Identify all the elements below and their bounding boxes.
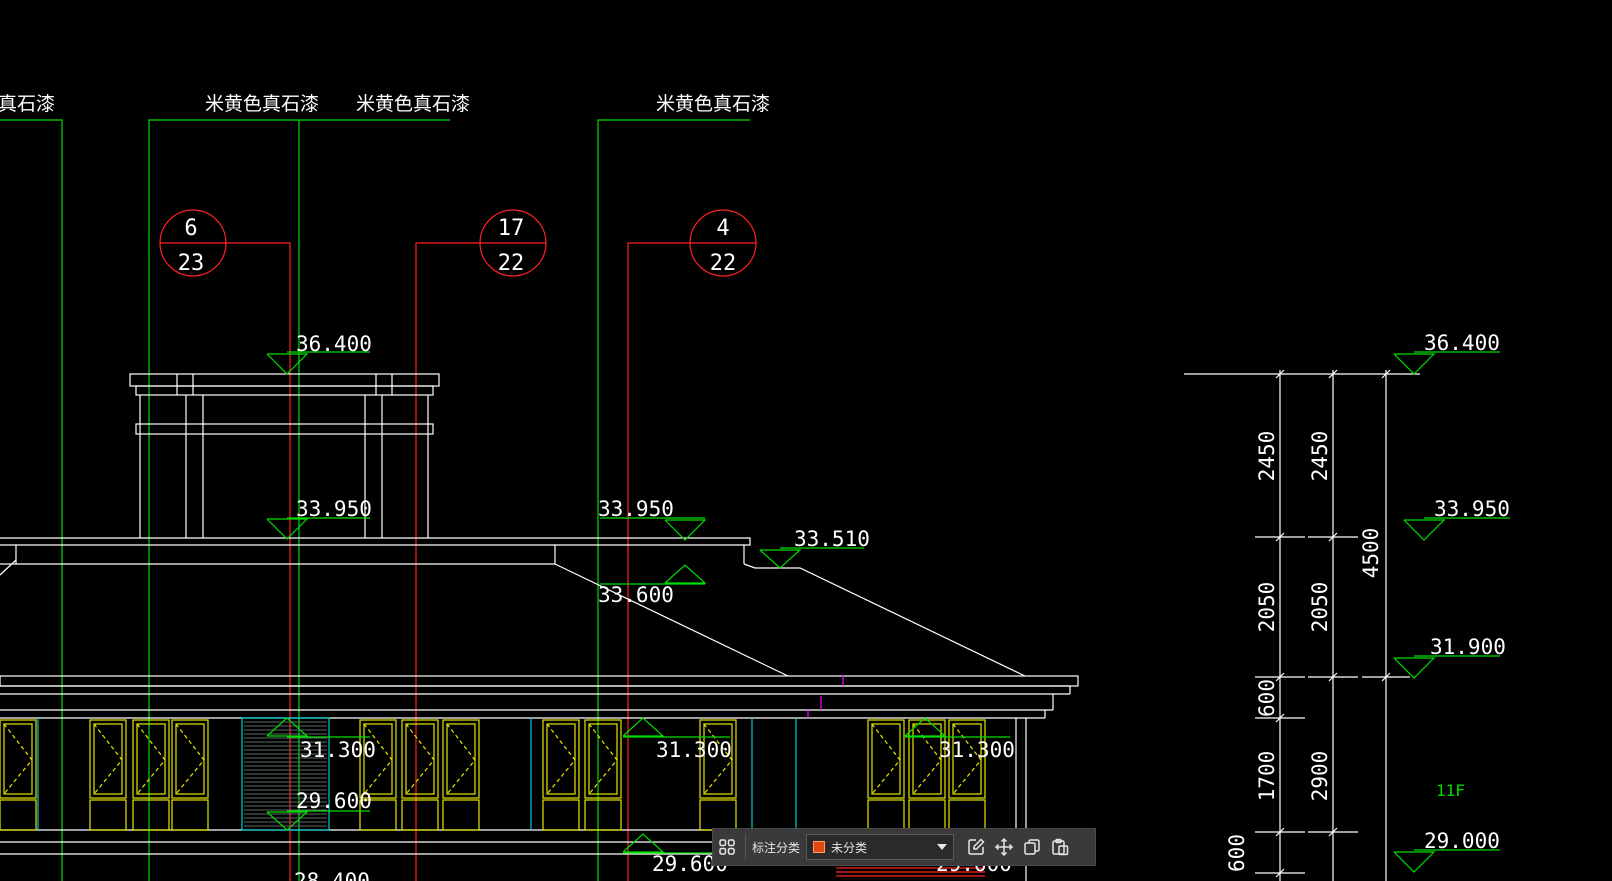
material-label: 米黄色真石漆 — [205, 93, 319, 115]
material-label: 米黄色真石漆 — [656, 93, 770, 115]
window-pane — [588, 723, 618, 795]
elevation-value: 36.400 — [296, 332, 372, 356]
elevation-value: 33.510 — [794, 527, 870, 551]
window-sill-panel — [699, 799, 737, 831]
window-swing-line — [136, 723, 166, 795]
window-swing-line — [405, 723, 435, 795]
grid-icon[interactable] — [713, 833, 741, 861]
copy-icon[interactable] — [1018, 833, 1046, 861]
dim-value: 2450 — [1255, 431, 1279, 482]
elevation-texts: 36.400 33.950 33.950 33.510 33.600 31.30… — [294, 332, 1015, 881]
elevation-value: 29.000 — [1424, 829, 1500, 853]
category-select[interactable]: 未分类 — [806, 834, 955, 860]
dimension-column — [1184, 369, 1420, 881]
right-elevation-texts: 36.400 33.950 31.900 29.000 — [1424, 331, 1510, 853]
window-pane — [871, 723, 901, 795]
annotation-toolbar: 标注分类 未分类 — [712, 828, 1096, 866]
window-swing-line — [93, 723, 123, 795]
elevation-value: 33.950 — [296, 497, 372, 521]
window-swing-line — [912, 723, 942, 795]
chevron-down-icon — [937, 844, 948, 850]
window-pane — [446, 723, 476, 795]
cad-drawing-canvas[interactable]: 真石漆 米黄色真石漆 米黄色真石漆 米黄色真石漆 6 23 17 22 4 22 — [0, 0, 1612, 881]
category-value: 未分类 — [831, 840, 868, 855]
window-sill-panel — [89, 799, 127, 831]
elevation-value: 33.600 — [598, 583, 674, 607]
material-labels: 真石漆 米黄色真石漆 米黄色真石漆 米黄色真石漆 — [0, 93, 770, 115]
magenta-marks — [807, 675, 844, 718]
elevation-value: 31.300 — [300, 738, 376, 762]
category-label: 标注分类 — [752, 840, 801, 855]
window-sill-panel — [442, 799, 480, 831]
dim-value: 2050 — [1308, 582, 1332, 633]
window-sill-panel — [132, 799, 170, 831]
callout-top: 6 — [184, 216, 197, 241]
elevation-value: 29.600 — [296, 789, 372, 813]
window-sill-panel — [867, 799, 905, 831]
callout-top: 17 — [498, 216, 525, 241]
window-sill-panel — [584, 799, 622, 831]
window-swing-line — [588, 723, 618, 795]
edit-icon[interactable] — [962, 833, 990, 861]
detail-callout-numbers: 6 23 17 22 4 22 — [178, 216, 737, 276]
dim-value: 1700 — [1255, 751, 1279, 802]
dim-total: 4500 — [1359, 528, 1383, 579]
elevation-value: 31.300 — [939, 738, 1015, 762]
elevation-value: 31.300 — [656, 738, 732, 762]
dim-value: 600 — [1225, 834, 1249, 872]
move-icon[interactable] — [990, 833, 1018, 861]
floor-tag: 11F — [1436, 781, 1465, 800]
cyan-lines — [37, 717, 797, 831]
dimension-texts: 2450 2050 600 1700 600 2450 2050 2900 45… — [1225, 431, 1383, 872]
dim-value: 2450 — [1308, 431, 1332, 482]
category-color-swatch — [813, 841, 826, 853]
window-sill-panel — [908, 799, 946, 831]
dim-value: 2050 — [1255, 582, 1279, 633]
window-swing-line — [871, 723, 901, 795]
elevation-value: 33.950 — [1434, 497, 1510, 521]
dim-value: 2900 — [1308, 751, 1332, 802]
window-swing-line — [446, 723, 476, 795]
elevation-value: 33.950 — [598, 497, 674, 521]
elevation-value: 36.400 — [1424, 331, 1500, 355]
callout-bottom: 22 — [710, 251, 737, 276]
material-label: 米黄色真石漆 — [356, 93, 470, 115]
window-pane — [175, 723, 205, 795]
window-sill-panel — [171, 799, 209, 831]
building-elevation — [0, 373, 1079, 881]
window-pane — [546, 723, 576, 795]
callout-bottom: 23 — [178, 251, 205, 276]
window-pane — [912, 723, 942, 795]
window-sill-panel — [542, 799, 580, 831]
paste-icon[interactable] — [1046, 833, 1074, 861]
window-swing-line — [175, 723, 205, 795]
window-pane — [3, 723, 33, 795]
material-label: 真石漆 — [0, 93, 55, 115]
callout-bottom: 22 — [498, 251, 525, 276]
window-pane — [136, 723, 166, 795]
window-sill-panel — [948, 799, 986, 831]
window-pane — [405, 723, 435, 795]
window-swing-line — [546, 723, 576, 795]
elevation-value: 31.900 — [1430, 635, 1506, 659]
window-sill-panel — [401, 799, 439, 831]
window-swing-line — [3, 723, 33, 795]
elevation-value: 28.400 — [294, 869, 370, 881]
windows — [0, 719, 986, 831]
toolbar-divider — [745, 835, 746, 859]
callout-top: 4 — [716, 216, 729, 241]
window-sill-panel — [0, 799, 37, 831]
window-pane — [93, 723, 123, 795]
dim-value: 600 — [1255, 679, 1279, 717]
